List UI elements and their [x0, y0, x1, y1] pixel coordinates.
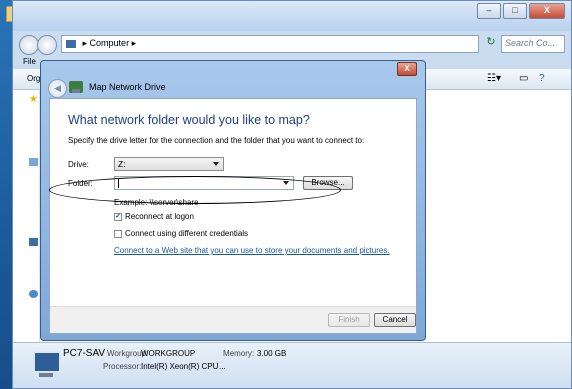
processor-label: Processor: — [103, 362, 142, 371]
workgroup-value: WORKGROUP — [141, 349, 196, 358]
details-pane: PC7-SAV Workgroup: WORKGROUP Memory: 3.0… — [13, 342, 571, 388]
navigation-pane: ★ — [13, 90, 40, 342]
memory-label: Memory: — [223, 349, 255, 358]
highlight-ellipse — [49, 176, 341, 204]
credentials-label: Connect using different credentials — [125, 229, 249, 238]
web-site-link[interactable]: Connect to a Web site that you can use t… — [114, 246, 390, 255]
credentials-checkbox[interactable] — [114, 230, 122, 238]
back-arrow-icon[interactable]: ◀ — [48, 79, 67, 98]
computer-icon — [33, 351, 61, 373]
search-input[interactable]: Search Co... — [501, 35, 565, 53]
preview-pane-icon[interactable]: ▭ — [519, 73, 528, 84]
dialog-footer: Finish Cancel — [50, 306, 416, 333]
maximize-button[interactable]: □ — [503, 3, 527, 19]
favorites-star-icon[interactable]: ★ — [29, 94, 38, 105]
dialog-instruction: Specify the drive letter for the connect… — [68, 136, 365, 145]
back-button[interactable] — [19, 35, 39, 55]
forward-button[interactable] — [37, 35, 57, 55]
navigation-row: ▸ Computer ▸ ↻ Search Co... — [13, 32, 571, 56]
chevron-right-icon: ▸ — [82, 38, 90, 48]
close-button[interactable]: X — [529, 3, 565, 19]
processor-ellipsis: ... — [219, 362, 226, 371]
organize-button[interactable]: Org — [27, 74, 40, 83]
dialog-title: Map Network Drive — [89, 82, 166, 92]
dialog-content: What network folder would you like to ma… — [49, 98, 417, 334]
dialog-close-button[interactable]: X — [397, 62, 417, 76]
cancel-button[interactable]: Cancel — [374, 313, 416, 327]
drive-label: Drive: — [68, 160, 89, 169]
nav-item-icon[interactable] — [29, 238, 38, 246]
menu-file[interactable]: File — [23, 57, 36, 66]
finish-button[interactable]: Finish — [328, 313, 370, 327]
reconnect-label: Reconnect at logon — [125, 212, 194, 221]
chevron-down-icon[interactable] — [213, 162, 219, 166]
network-drive-icon — [69, 81, 83, 93]
computer-name: PC7-SAV — [63, 348, 106, 359]
refresh-icon[interactable]: ↻ — [483, 35, 499, 53]
minimize-button[interactable]: – — [477, 3, 501, 19]
dialog-heading: What network folder would you like to ma… — [68, 113, 310, 127]
view-options-icon[interactable]: ☷▾ — [487, 73, 501, 84]
breadcrumb-computer[interactable]: Computer — [90, 38, 130, 48]
memory-value: 3.00 GB — [257, 349, 287, 358]
processor-value: Intel(R) Xeon(R) CPU — [141, 362, 219, 371]
explorer-titlebar[interactable]: – □ X — [13, 1, 571, 31]
computer-icon — [66, 39, 76, 48]
reconnect-checkbox[interactable]: ✓ — [114, 213, 122, 221]
nav-item-icon[interactable] — [29, 158, 38, 166]
chevron-right-icon[interactable]: ▸ — [132, 38, 137, 48]
nav-item-icon[interactable] — [29, 290, 38, 298]
help-icon[interactable]: ? — [539, 73, 545, 84]
computer-stand-icon — [39, 373, 53, 377]
drive-select[interactable]: Z: — [114, 157, 224, 171]
address-bar[interactable]: ▸ Computer ▸ — [61, 35, 479, 53]
drive-select-value: Z: — [118, 159, 126, 169]
